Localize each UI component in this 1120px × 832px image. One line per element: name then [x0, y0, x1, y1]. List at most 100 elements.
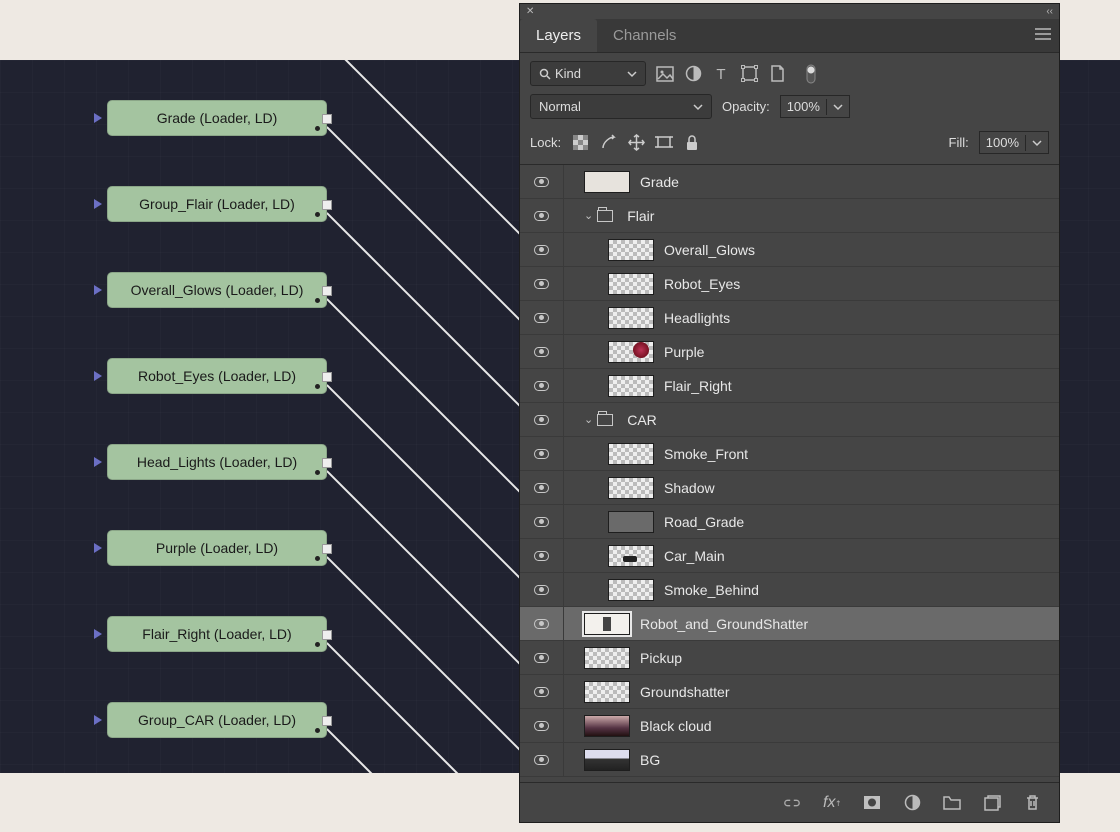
output-port[interactable]: [322, 372, 332, 382]
layer-row[interactable]: BG: [520, 743, 1059, 777]
layer-row[interactable]: Overall_Glows: [520, 233, 1059, 267]
graph-node[interactable]: Purple (Loader, LD): [107, 530, 327, 566]
visibility-toggle[interactable]: [520, 267, 564, 300]
visibility-toggle[interactable]: [520, 301, 564, 334]
filter-toolbar: Kind T: [520, 53, 1059, 94]
layer-name: Headlights: [664, 310, 730, 326]
layer-row[interactable]: Groundshatter: [520, 675, 1059, 709]
lock-artboard-icon[interactable]: [655, 134, 673, 152]
layer-fx-icon[interactable]: fx: [823, 794, 841, 812]
output-port[interactable]: [322, 114, 332, 124]
blend-mode-dropdown[interactable]: Normal: [530, 94, 712, 119]
visibility-toggle[interactable]: [520, 539, 564, 572]
layer-row[interactable]: Road_Grade: [520, 505, 1059, 539]
layer-row[interactable]: Smoke_Behind: [520, 573, 1059, 607]
link-layers-icon[interactable]: [783, 794, 801, 812]
layer-row[interactable]: Grade: [520, 165, 1059, 199]
visibility-toggle[interactable]: [520, 573, 564, 606]
graph-node[interactable]: Grade (Loader, LD): [107, 100, 327, 136]
eye-icon: [534, 755, 549, 765]
tab-layers[interactable]: Layers: [520, 19, 597, 52]
visibility-toggle[interactable]: [520, 505, 564, 538]
layer-row[interactable]: Flair_Right: [520, 369, 1059, 403]
layer-row[interactable]: Car_Main: [520, 539, 1059, 573]
tab-channels[interactable]: Channels: [597, 19, 692, 52]
output-port[interactable]: [322, 544, 332, 554]
eye-icon: [534, 313, 549, 323]
folder-icon: [597, 414, 613, 426]
layer-row[interactable]: ⌄CAR: [520, 403, 1059, 437]
visibility-toggle[interactable]: [520, 369, 564, 402]
graph-node[interactable]: Robot_Eyes (Loader, LD): [107, 358, 327, 394]
graph-node[interactable]: Overall_Glows (Loader, LD): [107, 272, 327, 308]
new-group-icon[interactable]: [943, 794, 961, 812]
filter-type-icon[interactable]: T: [712, 65, 730, 83]
eye-icon: [534, 687, 549, 697]
visibility-toggle[interactable]: [520, 199, 564, 232]
visibility-toggle[interactable]: [520, 165, 564, 198]
output-port[interactable]: [322, 630, 332, 640]
panel-titlebar[interactable]: ✕ ‹‹: [520, 4, 1059, 19]
close-icon[interactable]: ✕: [526, 6, 534, 17]
filter-pixel-icon[interactable]: [656, 65, 674, 83]
layers-panel: ✕ ‹‹ Layers Channels Kind T Normal Opaci…: [519, 3, 1060, 823]
filter-adjustment-icon[interactable]: [684, 65, 702, 83]
eye-icon: [534, 347, 549, 357]
layer-row[interactable]: Shadow: [520, 471, 1059, 505]
layer-row[interactable]: Headlights: [520, 301, 1059, 335]
fill-value: 100%: [980, 132, 1025, 153]
visibility-toggle[interactable]: [520, 437, 564, 470]
layer-row[interactable]: Robot_and_GroundShatter: [520, 607, 1059, 641]
layer-row[interactable]: Purple: [520, 335, 1059, 369]
visibility-toggle[interactable]: [520, 607, 564, 640]
eye-icon: [534, 245, 549, 255]
visibility-toggle[interactable]: [520, 709, 564, 742]
output-port[interactable]: [322, 458, 332, 468]
opacity-value: 100%: [781, 96, 826, 117]
output-port[interactable]: [322, 716, 332, 726]
eye-icon: [534, 449, 549, 459]
opacity-input[interactable]: 100%: [780, 95, 850, 118]
visibility-toggle[interactable]: [520, 743, 564, 776]
visibility-toggle[interactable]: [520, 335, 564, 368]
graph-node[interactable]: Group_Flair (Loader, LD): [107, 186, 327, 222]
graph-node[interactable]: Group_CAR (Loader, LD): [107, 702, 327, 738]
visibility-toggle[interactable]: [520, 641, 564, 674]
fill-input[interactable]: 100%: [979, 131, 1049, 154]
layer-row[interactable]: Black cloud: [520, 709, 1059, 743]
layer-row[interactable]: Robot_Eyes: [520, 267, 1059, 301]
graph-node[interactable]: Head_Lights (Loader, LD): [107, 444, 327, 480]
output-port[interactable]: [322, 286, 332, 296]
visibility-toggle[interactable]: [520, 403, 564, 436]
filter-dropdown[interactable]: Kind: [530, 61, 646, 86]
layer-name: Groundshatter: [640, 684, 730, 700]
lock-all-icon[interactable]: [683, 134, 701, 152]
panel-menu-icon[interactable]: [1035, 28, 1051, 40]
layer-row[interactable]: Pickup: [520, 641, 1059, 675]
output-port[interactable]: [322, 200, 332, 210]
filter-toggle[interactable]: [802, 65, 820, 83]
new-layer-icon[interactable]: [983, 794, 1001, 812]
disclosure-icon[interactable]: ⌄: [584, 209, 593, 222]
graph-node[interactable]: Flair_Right (Loader, LD): [107, 616, 327, 652]
filter-smartobject-icon[interactable]: [768, 65, 786, 83]
disclosure-icon[interactable]: ⌄: [584, 413, 593, 426]
layer-name: Flair: [627, 208, 654, 224]
delete-layer-icon[interactable]: [1023, 794, 1041, 812]
lock-image-icon[interactable]: [599, 134, 617, 152]
lock-position-icon[interactable]: [627, 134, 645, 152]
filter-shape-icon[interactable]: [740, 65, 758, 83]
add-mask-icon[interactable]: [863, 794, 881, 812]
layer-name: Smoke_Front: [664, 446, 748, 462]
eye-icon: [534, 483, 549, 493]
layers-list[interactable]: Grade ⌄ Flair Overall_GlowsRobot_Eyes Headli…: [520, 165, 1059, 782]
layer-row[interactable]: Smoke_Front: [520, 437, 1059, 471]
layer-row[interactable]: ⌄ Flair: [520, 199, 1059, 233]
visibility-toggle[interactable]: [520, 675, 564, 708]
visibility-toggle[interactable]: [520, 233, 564, 266]
visibility-toggle[interactable]: [520, 471, 564, 504]
eye-icon: [534, 653, 549, 663]
new-adjustment-icon[interactable]: [903, 794, 921, 812]
collapse-icon[interactable]: ‹‹: [1046, 6, 1053, 17]
lock-transparency-icon[interactable]: [571, 134, 589, 152]
